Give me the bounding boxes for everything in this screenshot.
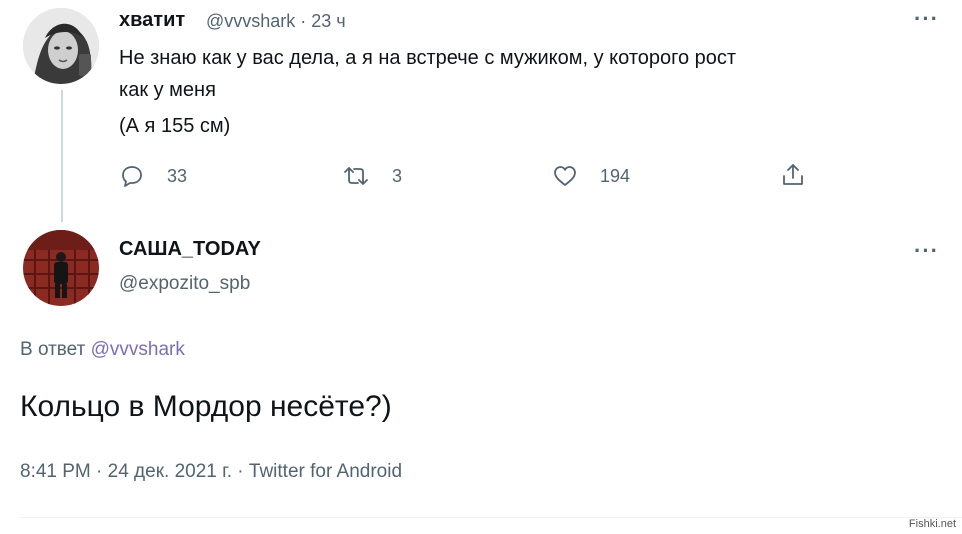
reply-button[interactable]: 33 bbox=[119, 164, 187, 188]
tweet1-more-icon[interactable]: ··· bbox=[914, 8, 939, 30]
reply-to-handle-link[interactable]: @vvvshark bbox=[91, 339, 185, 360]
tweet1-display-name[interactable]: хватит bbox=[119, 9, 185, 32]
tweet2-text: Кольцо в Мордор несёте?) bbox=[20, 390, 392, 423]
tweet2-more-icon[interactable]: ··· bbox=[914, 240, 939, 262]
tweet2-display-name[interactable]: САША_TODAY bbox=[119, 238, 261, 261]
tweet1-text-line-1: Не знаю как у вас дела, а я на встрече с… bbox=[119, 47, 737, 69]
heart-icon bbox=[554, 166, 576, 186]
avatar-vvvshark[interactable] bbox=[23, 8, 99, 84]
retweet-count: 3 bbox=[392, 165, 403, 186]
reply-to-line: В ответ @vvvshark bbox=[20, 339, 185, 361]
tweet2-handle[interactable]: @expozito_spb bbox=[119, 273, 250, 295]
watermark: Fishki.net bbox=[908, 518, 956, 530]
tweet2-timestamp[interactable]: 8:41 PM · 24 дек. 2021 г. · Twitter for … bbox=[20, 461, 402, 483]
divider bbox=[20, 517, 962, 518]
reply-to-prefix: В ответ bbox=[20, 339, 86, 360]
reply-icon bbox=[122, 166, 142, 187]
retweet-icon bbox=[344, 167, 368, 185]
retweet-button[interactable]: 3 bbox=[342, 164, 402, 188]
share-icon bbox=[783, 164, 803, 185]
tweet1-handle-time[interactable]: @vvvshark · 23 ч bbox=[206, 11, 346, 32]
thread-connector-line bbox=[61, 90, 63, 222]
avatar-expozito-spb[interactable] bbox=[23, 230, 99, 306]
like-button[interactable]: 194 bbox=[552, 164, 630, 188]
share-button[interactable] bbox=[780, 162, 806, 188]
tweet1-text-line-2: как у меня bbox=[119, 79, 216, 101]
reply-count: 33 bbox=[167, 165, 188, 186]
tweet1-text-line-3: (А я 155 см) bbox=[119, 115, 231, 137]
like-count: 194 bbox=[600, 165, 631, 186]
